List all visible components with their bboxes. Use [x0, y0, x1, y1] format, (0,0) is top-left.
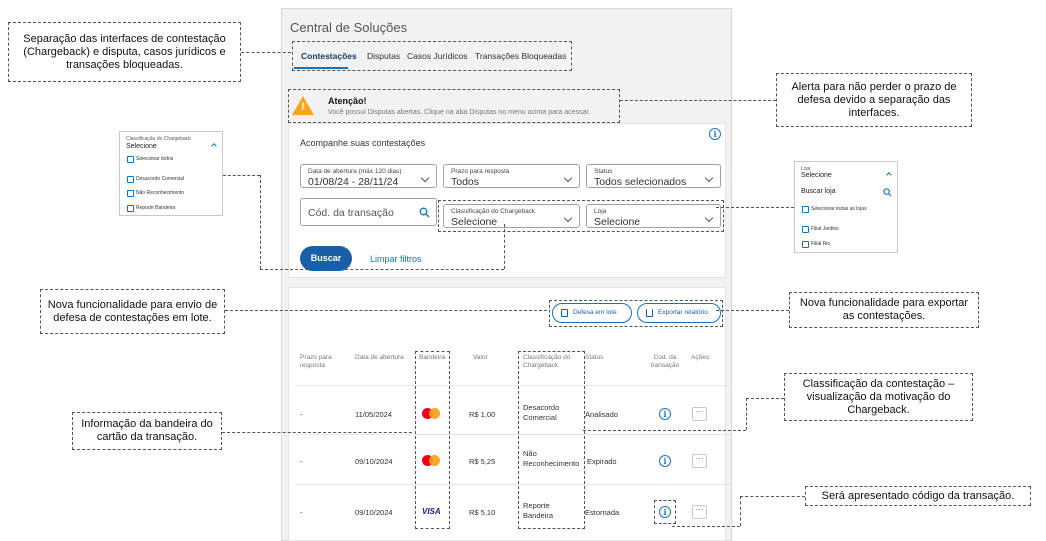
alert-title: Atenção!: [328, 96, 367, 106]
tab-contestacoes[interactable]: Contestações: [301, 51, 357, 61]
popup-classification-option[interactable]: Desacordo Comercial: [127, 176, 184, 183]
col-code: Cod. da transação: [650, 354, 680, 369]
info-icon[interactable]: i: [709, 128, 721, 140]
popup-store-search[interactable]: Buscar loja: [801, 188, 836, 195]
chevron-up-icon: [886, 172, 892, 178]
row1-value: R$ 1,00: [469, 410, 496, 419]
alert-text: Você possui Disputas abertas. Clique na …: [328, 109, 591, 116]
tab-casos-juridicos[interactable]: Casos Jurídicos: [407, 51, 467, 61]
row3-value: R$ 5,10: [469, 508, 496, 517]
chevron-down-icon: [704, 173, 714, 183]
brand-column-highlight: [415, 351, 450, 529]
callout-tabs: Separação das interfaces de contestação …: [8, 22, 241, 82]
transaction-code-icon[interactable]: i: [659, 455, 671, 467]
row-actions-menu[interactable]: ···: [692, 407, 707, 421]
col-value: Valor: [473, 354, 488, 361]
active-tab-indicator: [294, 67, 348, 69]
warning-icon: !: [292, 96, 314, 115]
col-status: Status: [585, 354, 604, 361]
deadline-value: Todos: [451, 176, 480, 188]
transaction-code-input[interactable]: Cód. da transação: [300, 198, 437, 226]
chevron-down-icon: [420, 173, 430, 183]
date-range-value: 01/08/24 - 28/11/24: [308, 176, 399, 188]
popup-store-option[interactable]: Selecionar todas as lojas: [802, 206, 867, 213]
clear-filters-link[interactable]: Limpar filtros: [370, 254, 422, 264]
filters-card: Acompanhe suas contestações i Data de ab…: [288, 123, 726, 278]
row2-deadline: -: [300, 457, 303, 466]
row2-status: Expirado: [587, 457, 617, 466]
callout-code: Será apresentado código da transação.: [805, 486, 1031, 506]
row-actions-menu[interactable]: ···: [692, 505, 707, 519]
row-actions-menu[interactable]: ···: [692, 454, 707, 468]
popup-classification-option[interactable]: Selecionar todos: [127, 156, 173, 163]
col-date: Data de abertura: [355, 354, 404, 361]
col-deadline: Prazo para resposta: [300, 354, 332, 369]
classification-dropdown-preview: Classificação do Chargeback Selecione Se…: [119, 131, 223, 216]
deadline-select[interactable]: Prazo para resposta Todos: [443, 164, 580, 188]
callout-export: Nova funcionalidade para exportar as con…: [789, 292, 979, 328]
date-range-label: Data de abertura (máx 120 dias): [308, 168, 402, 175]
chevron-up-icon: [211, 143, 217, 149]
transaction-code-placeholder: Cód. da transação: [308, 207, 394, 219]
row1-status: Analisado: [585, 410, 618, 419]
new-actions-highlight: [549, 300, 723, 327]
row1-deadline: -: [300, 410, 303, 419]
row2-value: R$ 5,25: [469, 457, 496, 466]
popup-store-option[interactable]: Filial Jardins: [802, 226, 839, 233]
deadline-label: Prazo para resposta: [451, 168, 510, 175]
row1-date: 11/05/2024: [355, 410, 392, 419]
callout-alert: Alerta para não perder o prazo de defesa…: [776, 73, 972, 127]
transaction-code-icon[interactable]: i: [659, 408, 671, 420]
code-highlight: [654, 500, 676, 524]
callout-brand: Informação da bandeira do cartão da tran…: [72, 412, 222, 450]
col-actions: Ações: [691, 354, 710, 361]
status-value: Todos selecionados: [594, 176, 687, 188]
row2-date: 09/10/2024: [355, 457, 393, 466]
popup-classification-value: Selecione: [126, 143, 157, 150]
page-title: Central de Soluções: [290, 20, 408, 35]
alert-banner: ! Atenção! Você possui Disputas abertas.…: [288, 89, 620, 123]
status-select[interactable]: Status Todos selecionados: [586, 164, 721, 188]
date-range-field[interactable]: Data de abertura (máx 120 dias) 01/08/24…: [300, 164, 437, 188]
callout-batch: Nova funcionalidade para envio de defesa…: [40, 289, 225, 334]
classification-column-highlight: [518, 351, 585, 529]
chevron-down-icon: [563, 173, 573, 183]
results-card: Defesa em lote Exportar relatório Prazo …: [288, 287, 731, 541]
status-label: Status: [594, 168, 613, 175]
popup-classification-option[interactable]: Reporte Bandeira: [127, 205, 175, 212]
filters-heading: Acompanhe suas contestações: [300, 138, 426, 148]
row3-status: Estornada: [585, 508, 620, 517]
row3-date: 09/10/2024: [355, 508, 393, 517]
solutions-panel: Central de Soluções Contestações Disputa…: [281, 8, 732, 541]
tab-disputas[interactable]: Disputas: [367, 51, 400, 61]
popup-classification-label: Classificação do Chargeback: [126, 136, 191, 142]
tab-transacoes-bloqueadas[interactable]: Transações Bloqueadas: [475, 51, 566, 61]
row3-deadline: -: [300, 508, 303, 517]
new-filters-highlight: [438, 200, 724, 232]
search-button[interactable]: Buscar: [300, 246, 352, 271]
popup-store-option[interactable]: Filial Rio: [802, 241, 830, 248]
search-icon[interactable]: [419, 207, 430, 218]
store-dropdown-preview: Loja Selecione Buscar loja Selecionar to…: [794, 161, 898, 253]
search-icon[interactable]: [883, 188, 892, 197]
popup-classification-option[interactable]: Não Reconhecimento: [127, 190, 184, 197]
callout-classification: Classificação da contestação – visualiza…: [784, 373, 973, 421]
popup-store-value: Selecione: [801, 172, 832, 179]
